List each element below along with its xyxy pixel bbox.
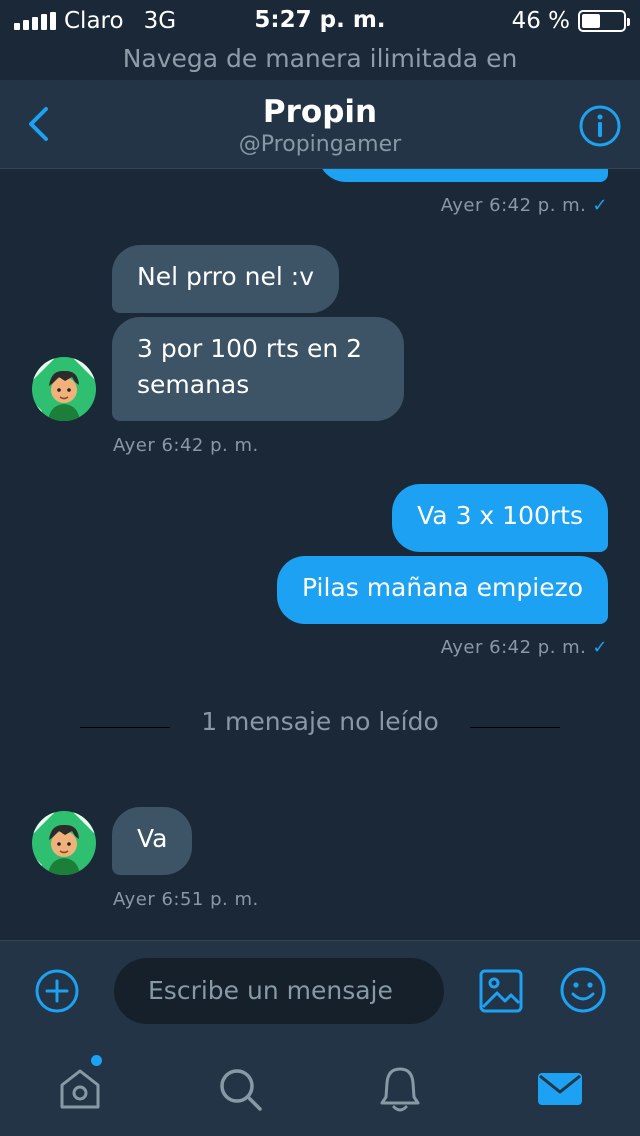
message-timestamp: Ayer 6:42 p. m. ✓ <box>440 637 608 658</box>
message-bubble-sent[interactable]: Pilas mañana empiezo <box>276 556 608 624</box>
avatar[interactable] <box>32 811 96 875</box>
message-timestamp: Ayer 6:42 p. m. <box>113 435 259 456</box>
message-timestamp: Ayer 6:42 p. m. ✓ <box>440 195 608 216</box>
message-bubble-sent[interactable]: Va 3 x 100rts <box>392 484 608 552</box>
divider-line <box>470 727 560 728</box>
messages-icon[interactable] <box>534 1063 586 1115</box>
read-check-icon: ✓ <box>592 637 608 658</box>
battery-icon <box>578 10 630 32</box>
battery-percent: 46 % <box>511 8 570 34</box>
message-thread[interactable]: Ayer 6:42 p. m. ✓ Nel prro nel :v 3 por 1… <box>0 169 640 939</box>
conversation-handle: @Propingamer <box>238 132 402 157</box>
emoji-icon[interactable] <box>558 965 608 1015</box>
home-icon[interactable] <box>54 1063 106 1115</box>
conversation-header: Propin @Propingamer <box>0 80 640 169</box>
compose-bar: Escribe un mensaje <box>0 940 640 1041</box>
message-bubble-received[interactable]: Nel prro nel :v <box>112 245 339 313</box>
message-bubble-received[interactable]: Va <box>112 807 193 875</box>
notifications-icon[interactable] <box>374 1063 426 1115</box>
notification-dot <box>91 1055 102 1066</box>
info-icon[interactable] <box>578 104 622 148</box>
message-timestamp: Ayer 6:51 p. m. <box>113 889 259 910</box>
image-icon[interactable] <box>477 967 525 1015</box>
message-bubble-sent[interactable] <box>318 169 608 182</box>
read-check-icon: ✓ <box>592 195 608 216</box>
unread-divider: 1 mensaje no leído <box>201 707 439 736</box>
message-bubble-received[interactable]: 3 por 100 rts en 2 semanas <box>112 317 404 421</box>
message-input[interactable]: Escribe un mensaje <box>114 958 444 1024</box>
conversation-title: Propin <box>262 94 378 130</box>
tab-bar <box>0 1041 640 1136</box>
add-icon[interactable] <box>34 968 80 1014</box>
avatar[interactable] <box>32 357 96 421</box>
status-bar: Claro 3G 5:27 p. m. 46 % <box>0 0 640 40</box>
promo-banner[interactable]: Navega de manera ilimitada en <box>0 40 640 80</box>
search-icon[interactable] <box>214 1063 266 1115</box>
